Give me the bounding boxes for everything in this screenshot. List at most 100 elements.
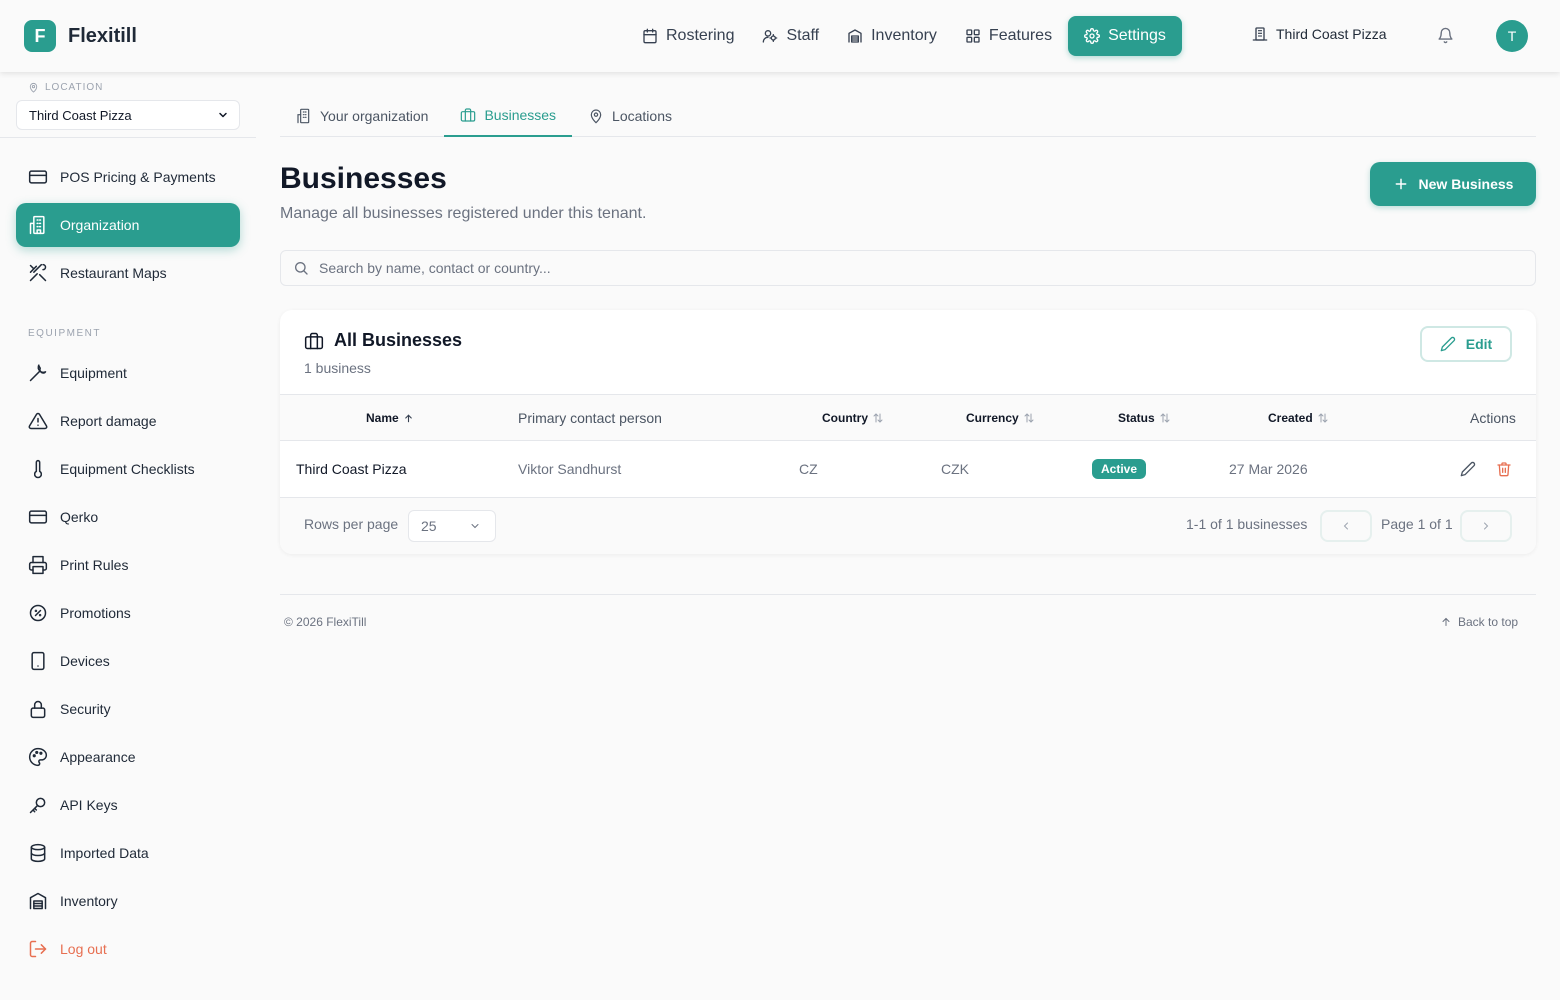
- footer-divider: [280, 594, 1536, 595]
- credit-card-icon: [28, 507, 48, 527]
- topnav-inventory-label: Inventory: [871, 27, 937, 44]
- org-name: Third Coast Pizza: [1276, 26, 1387, 42]
- next-page-button[interactable]: [1460, 510, 1512, 542]
- sidebar-item-label: Equipment: [60, 365, 127, 381]
- sidebar-item-api-keys[interactable]: API Keys: [16, 783, 240, 827]
- sidebar-item-inventory[interactable]: Inventory: [16, 879, 240, 923]
- location-label: LOCATION: [28, 82, 103, 93]
- topnav-settings[interactable]: Settings: [1068, 16, 1182, 56]
- column-name[interactable]: Name: [366, 395, 414, 441]
- sidebar-item-label: Devices: [60, 653, 110, 669]
- sidebar-item-label: Qerko: [60, 509, 99, 525]
- card-title-text: All Businesses: [334, 330, 463, 350]
- edit-button[interactable]: Edit: [1420, 326, 1512, 362]
- rows-per-page-select[interactable]: 25: [408, 510, 496, 542]
- briefcase-icon: [304, 331, 324, 351]
- sidebar-item-devices[interactable]: Devices: [16, 639, 240, 683]
- sidebar-item-label: Restaurant Maps: [60, 265, 167, 281]
- page-subtitle: Manage all businesses registered under t…: [280, 205, 647, 222]
- wrench-icon: [28, 363, 48, 383]
- thermometer-icon: [28, 459, 48, 479]
- table-row[interactable]: Third Coast Pizza Viktor Sandhurst CZ CZ…: [280, 441, 1536, 498]
- section-label-equipment: EQUIPMENT: [28, 328, 101, 339]
- topnav-features-label: Features: [988, 27, 1053, 44]
- alert-triangle-icon: [28, 411, 48, 431]
- pagination-range: 1-1 of 1 businesses: [1186, 516, 1308, 532]
- trash-icon[interactable]: [1496, 461, 1512, 477]
- sort-icon: [1023, 412, 1035, 424]
- top-bar: F Flexitill Rostering Staff Inventory Fe…: [0, 0, 1560, 72]
- briefcase-icon: [460, 107, 476, 123]
- chevron-left-icon: [1340, 520, 1352, 532]
- sidebar-item-label: Organization: [60, 217, 140, 233]
- database-icon: [28, 843, 48, 863]
- column-status-label: Status: [1118, 411, 1155, 425]
- tab-your-organization[interactable]: Your organization: [280, 94, 444, 137]
- sidebar-item-label: API Keys: [60, 797, 118, 813]
- badge-percent-icon: [28, 603, 48, 623]
- column-country[interactable]: Country: [822, 395, 884, 441]
- lock-icon: [28, 699, 48, 719]
- credit-card-icon: [28, 167, 48, 187]
- new-business-button[interactable]: New Business: [1370, 162, 1536, 206]
- back-to-top-link[interactable]: Back to top: [1440, 615, 1518, 629]
- sidebar-item-pos-pricing[interactable]: POS Pricing & Payments: [16, 155, 240, 199]
- cell-contact: Viktor Sandhurst: [518, 461, 622, 477]
- topnav-inventory[interactable]: Inventory: [835, 16, 949, 56]
- logout-icon: [28, 939, 48, 959]
- sidebar-item-equipment-checklists[interactable]: Equipment Checklists: [16, 447, 240, 491]
- sidebar-item-restaurant-maps[interactable]: Restaurant Maps: [16, 251, 240, 295]
- gear-icon: [1084, 28, 1100, 44]
- sidebar-item-equipment[interactable]: Equipment: [16, 351, 240, 395]
- sidebar-item-logout[interactable]: Log out: [16, 927, 240, 971]
- chevron-right-icon: [1480, 520, 1492, 532]
- tab-locations[interactable]: Locations: [572, 94, 688, 137]
- sidebar-item-imported-data[interactable]: Imported Data: [16, 831, 240, 875]
- sort-icon: [1159, 412, 1171, 424]
- topnav-features[interactable]: Features: [953, 16, 1064, 56]
- settings-tabs: Your organization Businesses Locations: [280, 94, 1536, 137]
- brand-name: Flexitill: [68, 24, 137, 47]
- location-select[interactable]: Third Coast Pizza: [16, 100, 240, 130]
- pencil-icon[interactable]: [1460, 461, 1476, 477]
- avatar[interactable]: T: [1496, 20, 1528, 52]
- sidebar-item-qerko[interactable]: Qerko: [16, 495, 240, 539]
- sort-icon: [872, 412, 884, 424]
- pencil-icon: [1440, 336, 1456, 352]
- sidebar-item-appearance[interactable]: Appearance: [16, 735, 240, 779]
- rows-per-page-value: 25: [421, 518, 437, 534]
- column-status[interactable]: Status: [1118, 395, 1171, 441]
- topnav-rostering[interactable]: Rostering: [630, 16, 746, 56]
- top-nav: Rostering Staff Inventory Features Setti…: [630, 16, 1186, 56]
- topnav-staff[interactable]: Staff: [750, 16, 831, 56]
- tab-businesses[interactable]: Businesses: [444, 94, 573, 137]
- sidebar-item-promotions[interactable]: Promotions: [16, 591, 240, 635]
- org-switcher[interactable]: Third Coast Pizza: [1252, 26, 1386, 42]
- topnav-rostering-label: Rostering: [666, 27, 735, 44]
- previous-page-button[interactable]: [1320, 510, 1372, 542]
- edit-label: Edit: [1465, 336, 1493, 352]
- sidebar-item-organization[interactable]: Organization: [16, 203, 240, 247]
- column-currency[interactable]: Currency: [966, 395, 1035, 441]
- sidebar-item-security[interactable]: Security: [16, 687, 240, 731]
- grid-icon: [965, 28, 981, 44]
- cell-status: Active: [1092, 441, 1147, 497]
- search-input[interactable]: [319, 260, 1499, 276]
- utensils-crossed-icon: [28, 263, 48, 283]
- sort-icon: [1317, 412, 1329, 424]
- table-header: Name Primary contact person Country Curr…: [280, 394, 1536, 441]
- page-indicator: Page 1 of 1: [1381, 516, 1453, 532]
- sidebar-item-label: Inventory: [60, 893, 118, 909]
- map-pin-icon: [588, 108, 604, 124]
- printer-icon: [28, 555, 48, 575]
- sidebar-item-print-rules[interactable]: Print Rules: [16, 543, 240, 587]
- rows-per-page-label: Rows per page: [304, 516, 399, 532]
- page-title: Businesses: [280, 162, 447, 195]
- column-actions: Actions: [1470, 410, 1516, 426]
- topnav-settings-label: Settings: [1108, 27, 1166, 44]
- brand[interactable]: F Flexitill: [24, 20, 137, 52]
- building-icon: [296, 108, 312, 124]
- column-created[interactable]: Created: [1268, 395, 1329, 441]
- sidebar-item-report-damage[interactable]: Report damage: [16, 399, 240, 443]
- bell-icon[interactable]: [1437, 27, 1454, 44]
